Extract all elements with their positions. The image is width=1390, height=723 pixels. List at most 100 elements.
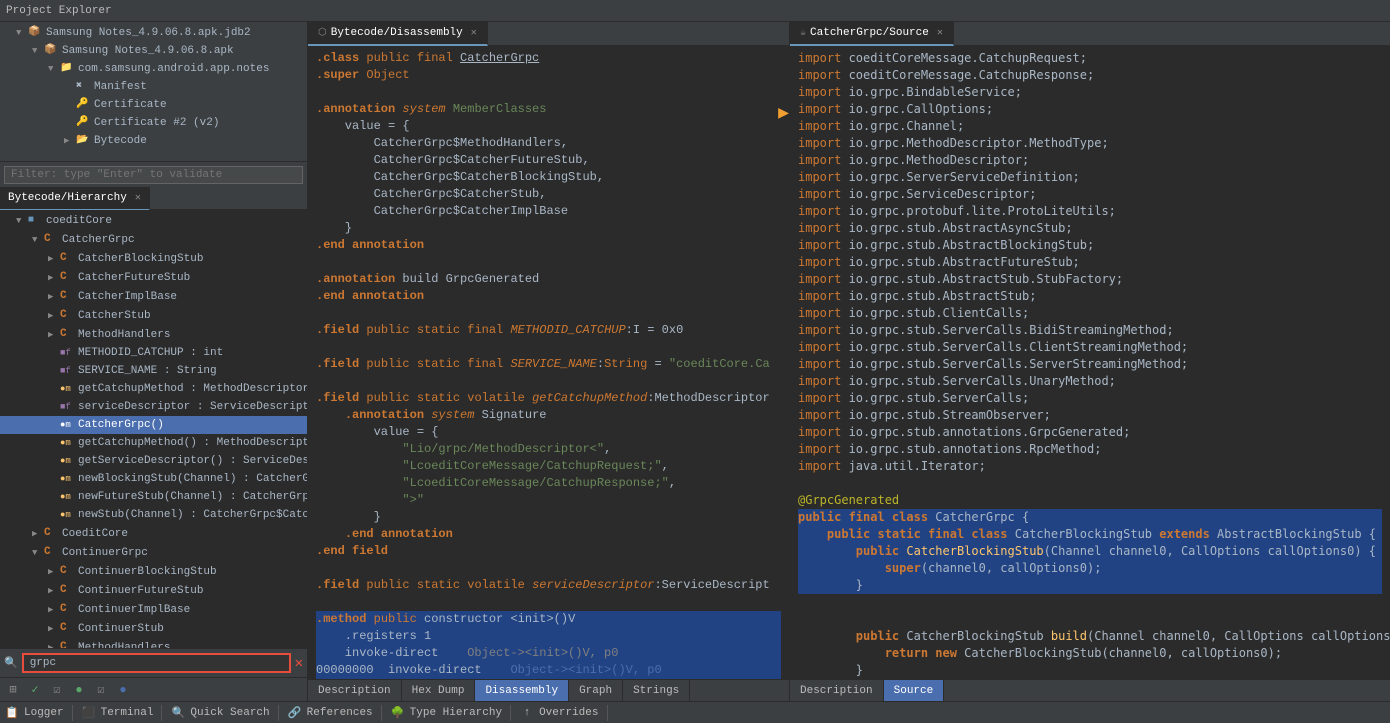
tree-field-servicename[interactable]: ▶ ■f SERVICE_NAME : String [0,362,307,380]
tree-arrow-cert1: ▶ [64,97,76,113]
hierarchy-tree: ▼ ■ coeditCore ▼ C CatcherGrpc ▶ C Catch… [0,210,307,648]
pkg-label: com.samsung.android.app.notes [78,61,269,77]
tree-method-newstub[interactable]: ▶ ●m newStub(Channel) : CatcherGrpc$Catc… [0,506,307,524]
tab-hexdump-label: Hex Dump [412,685,465,697]
tree-class-catchergrpc[interactable]: ▼ C CatcherGrpc [0,230,307,249]
tree-class-continuerfuturestub[interactable]: ▶ C ContinuerFutureStub [0,581,307,600]
quicksearch-label[interactable]: Quick Search [190,707,269,719]
checkbox-icon-2[interactable]: ☑ [92,681,110,699]
tree-method-getservicedesc[interactable]: ▶ ●m getServiceDescriptor() : ServiceDes… [0,452,307,470]
overrides-icon[interactable]: ↑ [519,705,535,721]
quicksearch-icon[interactable]: 🔍 [170,705,186,721]
dot-icon-1[interactable]: ● [70,681,88,699]
status-terminal: ⬛ Terminal [81,705,163,721]
tree-package-coeditcore[interactable]: ▼ ■ coeditCore [0,212,307,230]
tree-class-catcherblockingstub[interactable]: ▶ C CatcherBlockingStub [0,249,307,268]
terminal-label[interactable]: Terminal [101,707,154,719]
filter-input[interactable] [4,166,303,184]
disassembly-tab[interactable]: ⬡ Bytecode/Disassembly ✕ [308,22,488,46]
tree-class-catcherimplbase[interactable]: ▶ C CatcherImplBase [0,287,307,306]
tree-item-apk2[interactable]: ▼ 📦 Samsung Notes_4.9.06.8.apk [0,42,307,60]
check-icon-1[interactable]: ✓ [26,681,44,699]
class-icon: C [60,582,76,599]
field-icon: ■f [60,399,76,415]
tree-label: SERVICE_NAME : String [78,363,217,379]
cert2-icon: 🔑 [76,115,92,131]
tree-label: newFutureStub(Channel) : CatcherGrpc$Cat… [78,489,307,505]
tree-method-getcatchup[interactable]: ▶ ●m getCatchupMethod : MethodDescriptor [0,380,307,398]
hierarchy-close-btn[interactable]: ✕ [135,192,141,204]
right-bottom-tabs: Description Source [790,679,1390,701]
references-icon[interactable]: 🔗 [287,705,303,721]
tree-item-cert2[interactable]: ▶ 🔑 Certificate #2 (v2) [0,114,307,132]
checkbox-icon-1[interactable]: ☑ [48,681,66,699]
search-clear-btn[interactable]: ✕ [295,655,303,672]
class-icon: C [44,544,60,561]
source-tab[interactable]: ☕ CatcherGrpc/Source ✕ [790,22,954,46]
terminal-icon[interactable]: ⬛ [81,705,97,721]
layout-icon[interactable]: ⊞ [4,681,22,699]
tree-method-newfuturestub[interactable]: ▶ ●m newFutureStub(Channel) : CatcherGrp… [0,488,307,506]
tree-class-methodhandlers[interactable]: ▶ C MethodHandlers [0,325,307,344]
tree-item-manifest[interactable]: ▶ ✖ Manifest [0,78,307,96]
tree-label: coeditCore [46,213,112,229]
tree-arrow-bytecode: ▶ [64,133,76,149]
tree-class-catcherfuturestub[interactable]: ▶ C CatcherFutureStub [0,268,307,287]
tree-arrow-pkg: ▼ [48,61,60,77]
search-input[interactable] [22,653,291,673]
dot-icon-2[interactable]: ● [114,681,132,699]
logger-icon[interactable]: 📋 [4,705,20,721]
tree-label: newBlockingStub(Channel) : CatcherGrpc$C… [78,471,307,487]
tree-class-continuerstub[interactable]: ▶ C ContinuerStub [0,619,307,638]
tree-class-coeditcore[interactable]: ▶ C CoeditCore [0,524,307,543]
tree-label: MethodHandlers [78,327,170,343]
tab-hexdump[interactable]: Hex Dump [402,680,476,702]
tree-item-bytecode[interactable]: ▶ 📂 Bytecode [0,132,307,150]
status-references: 🔗 References [287,705,382,721]
tree-class-continuerimplbase[interactable]: ▶ C ContinuerImplBase [0,600,307,619]
tree-item-cert1[interactable]: ▶ 🔑 Certificate [0,96,307,114]
class-icon: C [60,307,76,324]
source-pre: import coeditCoreMessage.CatchupRequest;… [798,50,1382,679]
tab-graph[interactable]: Graph [569,680,623,702]
tree-label: CatcherGrpc [62,232,135,248]
tree-label: newStub(Channel) : CatcherGrpc$CatcherSt… [78,507,307,523]
tab-strings[interactable]: Strings [623,680,690,702]
tree-label: METHODID_CATCHUP : int [78,345,223,361]
overrides-label[interactable]: Overrides [539,707,598,719]
tree-class-methodhandlers2[interactable]: ▶ C MethodHandlers [0,638,307,648]
disassembly-tab-close[interactable]: ✕ [471,27,477,39]
tree-label: ContinuerImplBase [78,602,190,618]
tree-method-getcatchupmethod[interactable]: ▶ ●m getCatchupMethod() : MethodDescript… [0,434,307,452]
tree-class-continuerblockingstub[interactable]: ▶ C ContinuerBlockingStub [0,562,307,581]
cert1-label: Certificate [94,97,167,113]
right-tab-source[interactable]: Source [884,680,945,702]
scroll-indicator: ▶ [778,106,789,123]
tree-field-methodid[interactable]: ▶ ■f METHODID_CATCHUP : int [0,344,307,362]
tree-method-catchergrpc[interactable]: ▶ ●m CatcherGrpc() [0,416,307,434]
source-tab-icon: ☕ [800,27,806,39]
source-tab-close[interactable]: ✕ [937,27,943,39]
tree-label: CatcherFutureStub [78,270,190,286]
class-icon: C [44,231,60,248]
tree-item-pkg[interactable]: ▼ 📁 com.samsung.android.app.notes [0,60,307,78]
tree-field-servicedesc[interactable]: ▶ ■f serviceDescriptor : ServiceDescript… [0,398,307,416]
class-icon: C [60,250,76,267]
search-icon[interactable]: 🔍 [4,656,18,670]
class-icon: C [60,288,76,305]
right-tab-description[interactable]: Description [790,680,884,702]
tab-description-label: Description [318,685,391,697]
manifest-icon: ✖ [76,79,92,95]
tree-item-apk1[interactable]: ▼ 📦 Samsung Notes_4.9.06.8.apk.jdb2 [0,24,307,42]
tab-disassembly[interactable]: Disassembly [475,680,569,702]
references-label[interactable]: References [307,707,373,719]
tree-class-continuergrpc[interactable]: ▼ C ContinuerGrpc [0,543,307,562]
typehierarchy-icon[interactable]: 🌳 [390,705,406,721]
typehierarchy-label[interactable]: Type Hierarchy [410,707,502,719]
tree-class-catcherstub[interactable]: ▶ C CatcherStub [0,306,307,325]
tree-method-newblockingstub[interactable]: ▶ ●m newBlockingStub(Channel) : CatcherG… [0,470,307,488]
logger-label[interactable]: Logger [24,707,64,719]
hierarchy-tab[interactable]: Bytecode/Hierarchy ✕ [0,187,150,211]
tab-description[interactable]: Description [308,680,402,702]
tree-label: CatcherGrpc() [78,417,164,433]
